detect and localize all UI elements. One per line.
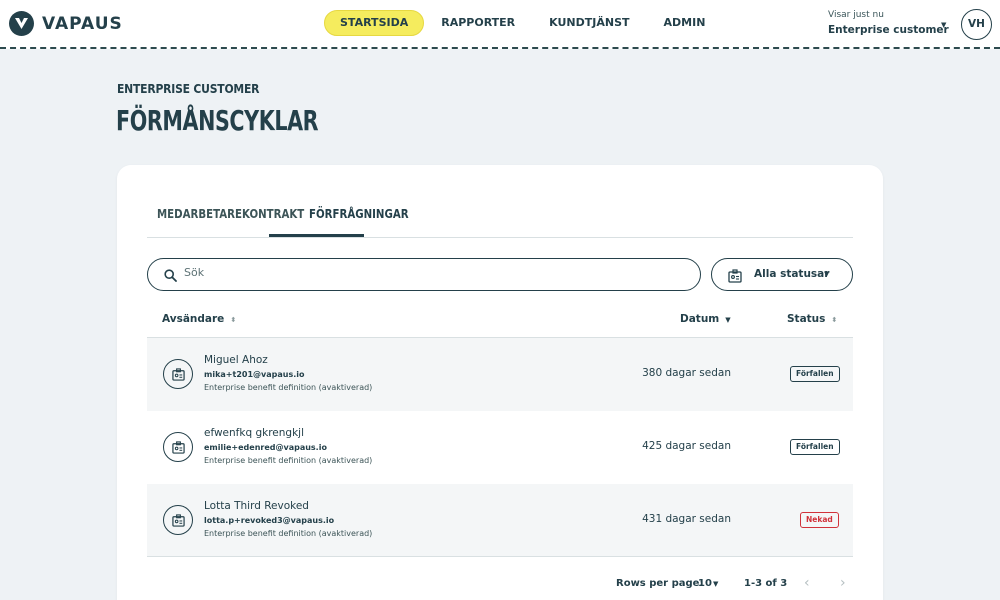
sender-email: mika+t201@vapaus.io <box>204 370 305 379</box>
top-bar: VAPAUS STARTSIDA RAPPORTER KUNDTJÄNST AD… <box>0 0 1000 49</box>
table-header: Avsändare ⬍ Datum ▼ Status ⬍ <box>147 302 853 338</box>
chevron-left-icon[interactable]: ‹ <box>804 575 810 591</box>
sort-icon: ⬍ <box>831 316 838 324</box>
status-filter-dropdown[interactable]: Alla statusar ▼ <box>711 258 853 291</box>
column-sender[interactable]: Avsändare ⬍ <box>162 313 236 325</box>
nav-startsida[interactable]: STARTSIDA <box>324 10 425 36</box>
column-status-label: Status <box>787 313 826 325</box>
pagination: Rows per page: 10 ▼ 1-3 of 3 ‹ › <box>147 570 853 600</box>
benefit-description: Enterprise benefit definition (avaktiver… <box>204 383 373 392</box>
avatar[interactable]: VH <box>961 9 992 40</box>
viewing-label: Visar just nu <box>828 10 884 20</box>
caret-down-icon[interactable]: ▼ <box>713 580 718 588</box>
page-eyebrow: ENTERPRISE CUSTOMER <box>117 82 260 96</box>
page-title: FÖRMÅNSCYKLAR <box>116 104 319 137</box>
table-row[interactable]: efwenfkq gkrengkjl emilie+edenred@vapaus… <box>147 411 853 484</box>
caret-down-icon: ▼ <box>824 270 830 278</box>
active-tab-indicator <box>269 234 364 237</box>
table-row[interactable]: Miguel Ahoz mika+t201@vapaus.io Enterpri… <box>147 338 853 411</box>
sender-email: lotta.p+revoked3@vapaus.io <box>204 516 335 525</box>
status-badge: Nekad <box>800 512 839 528</box>
request-date: 425 dagar sedan <box>642 440 731 452</box>
column-sender-label: Avsändare <box>162 313 225 325</box>
search-box[interactable] <box>147 258 701 291</box>
nav-kundtjanst[interactable]: KUNDTJÄNST <box>532 10 646 36</box>
badge-icon <box>728 268 742 287</box>
viewing-value: Enterprise customer <box>828 24 949 36</box>
chevron-right-icon[interactable]: › <box>840 575 846 591</box>
logo[interactable]: VAPAUS <box>9 11 123 36</box>
badge-icon <box>163 505 193 535</box>
vapaus-logo-icon <box>9 11 34 36</box>
sender-name: Miguel Ahoz <box>204 354 268 366</box>
sort-icon: ⬍ <box>230 316 237 324</box>
benefit-description: Enterprise benefit definition (avaktiver… <box>204 456 373 465</box>
status-badge: Förfallen <box>790 366 840 382</box>
search-input[interactable] <box>184 266 684 279</box>
table-divider <box>147 556 853 557</box>
sender-email: emilie+edenred@vapaus.io <box>204 443 327 452</box>
column-date[interactable]: Datum ▼ <box>680 313 731 325</box>
nav-rapporter[interactable]: RAPPORTER <box>424 10 532 36</box>
column-status[interactable]: Status ⬍ <box>787 313 837 325</box>
page-range: 1-3 of 3 <box>744 578 788 589</box>
sender-name: efwenfkq gkrengkjl <box>204 427 304 439</box>
status-badge: Förfallen <box>790 439 840 455</box>
nav-admin[interactable]: ADMIN <box>647 10 723 36</box>
logo-text: VAPAUS <box>42 13 123 34</box>
column-date-label: Datum <box>680 313 720 325</box>
rows-per-page-select[interactable]: 10 <box>698 578 712 589</box>
tab-kontrakt[interactable]: KONTRAKT <box>242 207 304 221</box>
benefit-description: Enterprise benefit definition (avaktiver… <box>204 529 373 538</box>
main-nav: STARTSIDA RAPPORTER KUNDTJÄNST ADMIN <box>324 10 722 36</box>
tab-bar: MEDARBETARE KONTRAKT FÖRFRÅGNINGAR <box>147 201 853 238</box>
caret-down-icon[interactable]: ▼ <box>941 21 946 29</box>
customer-switcher[interactable]: Visar just nu Enterprise customer <box>828 10 949 36</box>
request-date: 380 dagar sedan <box>642 367 731 379</box>
badge-icon <box>163 432 193 462</box>
badge-icon <box>163 359 193 389</box>
tab-forfragningar[interactable]: FÖRFRÅGNINGAR <box>309 207 409 221</box>
sender-name: Lotta Third Revoked <box>204 500 309 512</box>
request-date: 431 dagar sedan <box>642 513 731 525</box>
search-icon <box>164 267 177 286</box>
requests-card: MEDARBETARE KONTRAKT FÖRFRÅGNINGAR Alla … <box>117 165 883 600</box>
filter-label: Alla statusar <box>754 268 830 280</box>
sort-desc-icon: ▼ <box>725 316 731 324</box>
rows-per-page-label: Rows per page: <box>616 578 704 589</box>
tab-medarbetare[interactable]: MEDARBETARE <box>157 207 242 221</box>
table-row[interactable]: Lotta Third Revoked lotta.p+revoked3@vap… <box>147 484 853 557</box>
